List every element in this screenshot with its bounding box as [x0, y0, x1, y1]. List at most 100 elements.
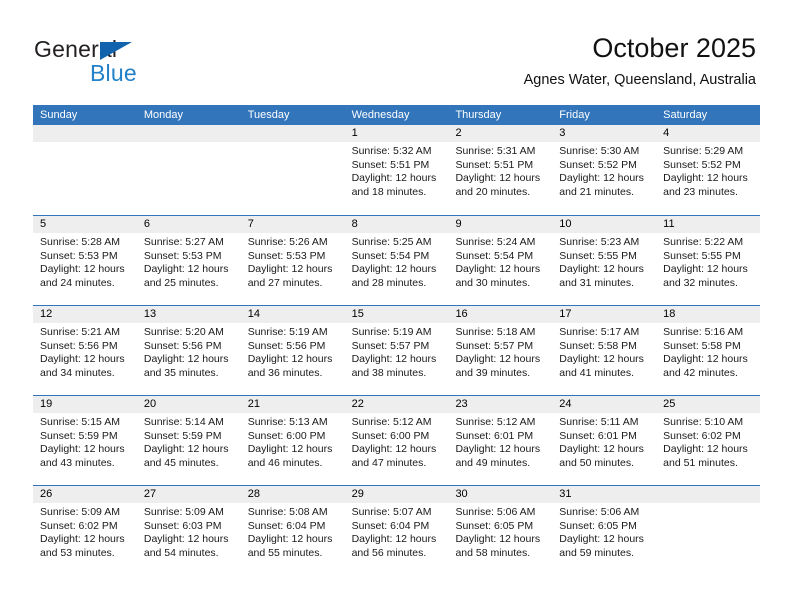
sunrise-text: Sunrise: 5:20 AM: [143, 326, 224, 338]
daylight-text-line2: and 59 minutes.: [559, 546, 635, 559]
daylight-text-line1: Daylight: 12 hours: [455, 443, 541, 456]
daylight-text-line2: and 51 minutes.: [663, 456, 738, 469]
day-number: [240, 125, 345, 142]
day-cell[interactable]: 16 Sunrise: 5:18 AM Sunset: 5:57 PM Dayligh…: [448, 306, 553, 395]
day-number: 19: [33, 396, 137, 413]
sunset-text: Sunset: 5:59 PM: [143, 429, 222, 442]
day-cell[interactable]: 19 Sunrise: 5:15 AM Sunset: 5:59 PM Dayligh…: [33, 396, 137, 485]
day-cell[interactable]: 7 Sunrise: 5:26 AM Sunset: 5:53 PM Daylight…: [240, 216, 345, 305]
day-details: Sunrise: 5:08 AM Sunset: 6:04 PM Daylight:…: [241, 503, 345, 560]
day-cell[interactable]: 9 Sunrise: 5:24 AM Sunset: 5:54 PM Daylight…: [448, 216, 553, 305]
sunrise-text: Sunrise: 5:06 AM: [455, 506, 536, 518]
day-cell[interactable]: 29 Sunrise: 5:07 AM Sunset: 6:04 PM Dayligh…: [344, 486, 449, 575]
daylight-text-line2: and 56 minutes.: [351, 546, 427, 559]
day-cell[interactable]: 30 Sunrise: 5:06 AM Sunset: 6:05 PM Dayligh…: [448, 486, 553, 575]
daylight-text-line2: and 46 minutes.: [247, 456, 323, 469]
daylight-text-line1: Daylight: 12 hours: [351, 353, 437, 366]
daylight-text-line2: and 34 minutes.: [40, 366, 115, 379]
daylight-text-line2: and 24 minutes.: [40, 276, 115, 289]
sunset-text: Sunset: 6:00 PM: [351, 429, 430, 442]
day-cell[interactable]: 25 Sunrise: 5:10 AM Sunset: 6:02 PM Dayligh…: [656, 396, 761, 485]
daylight-text-line2: and 43 minutes.: [40, 456, 115, 469]
day-cell[interactable]: 17 Sunrise: 5:17 AM Sunset: 5:58 PM Dayligh…: [552, 306, 657, 395]
daylight-text-line1: Daylight: 12 hours: [40, 533, 125, 546]
day-details: Sunrise: 5:26 AM Sunset: 5:53 PM Daylight:…: [241, 233, 345, 290]
day-cell[interactable]: 11 Sunrise: 5:22 AM Sunset: 5:55 PM Dayligh…: [656, 216, 761, 305]
daylight-text-line1: Daylight: 12 hours: [351, 443, 437, 456]
daylight-text-line1: Daylight: 12 hours: [143, 353, 229, 366]
daylight-text-line1: Daylight: 12 hours: [247, 263, 333, 276]
page-subtitle: Agnes Water, Queensland, Australia: [523, 72, 756, 88]
day-details: Sunrise: 5:15 AM Sunset: 5:59 PM Daylight:…: [33, 413, 137, 470]
sunset-text: Sunset: 5:51 PM: [351, 158, 430, 171]
day-cell[interactable]: 10 Sunrise: 5:23 AM Sunset: 5:55 PM Dayligh…: [552, 216, 657, 305]
day-cell[interactable]: 12 Sunrise: 5:21 AM Sunset: 5:56 PM Dayligh…: [33, 306, 137, 395]
sunset-text: Sunset: 5:52 PM: [663, 158, 741, 171]
day-cell[interactable]: 28 Sunrise: 5:08 AM Sunset: 6:04 PM Dayligh…: [240, 486, 345, 575]
page-header: General Blue October 2025 Agnes Water, Q…: [0, 0, 792, 104]
day-details: Sunrise: 5:16 AM Sunset: 5:58 PM Daylight:…: [656, 323, 760, 380]
day-cell[interactable]: 2 Sunrise: 5:31 AM Sunset: 5:51 PM Daylight…: [448, 125, 553, 215]
day-details: Sunrise: 5:09 AM Sunset: 6:03 PM Daylight:…: [137, 503, 241, 560]
calendar-week-row: 1 Sunrise: 5:32 AM Sunset: 5:51 PM Daylight…: [33, 125, 761, 215]
sunset-text: Sunset: 5:56 PM: [40, 339, 118, 352]
day-cell-empty: [33, 125, 137, 215]
sunrise-text: Sunrise: 5:14 AM: [143, 416, 224, 428]
day-cell[interactable]: 27 Sunrise: 5:09 AM Sunset: 6:03 PM Dayligh…: [136, 486, 241, 575]
daylight-text-line1: Daylight: 12 hours: [40, 263, 125, 276]
day-number: 16: [448, 306, 553, 323]
day-details: Sunrise: 5:32 AM Sunset: 5:51 PM Daylight:…: [345, 142, 449, 199]
day-cell[interactable]: 18 Sunrise: 5:16 AM Sunset: 5:58 PM Dayligh…: [656, 306, 761, 395]
day-details: Sunrise: 5:06 AM Sunset: 6:05 PM Daylight:…: [448, 503, 552, 560]
day-cell[interactable]: 26 Sunrise: 5:09 AM Sunset: 6:02 PM Dayligh…: [33, 486, 137, 575]
day-details: Sunrise: 5:30 AM Sunset: 5:52 PM Daylight:…: [552, 142, 656, 199]
sunset-text: Sunset: 6:00 PM: [247, 429, 326, 442]
day-cell[interactable]: 4 Sunrise: 5:29 AM Sunset: 5:52 PM Daylight…: [656, 125, 761, 215]
day-cell[interactable]: 21 Sunrise: 5:13 AM Sunset: 6:00 PM Dayligh…: [240, 396, 345, 485]
sunrise-text: Sunrise: 5:27 AM: [143, 236, 224, 248]
daylight-text-line1: Daylight: 12 hours: [143, 443, 229, 456]
daylight-text-line1: Daylight: 12 hours: [351, 263, 437, 276]
day-cell[interactable]: 13 Sunrise: 5:20 AM Sunset: 5:56 PM Dayligh…: [136, 306, 241, 395]
day-cell-empty: [136, 125, 241, 215]
sunset-text: Sunset: 5:54 PM: [351, 249, 430, 262]
daylight-text-line1: Daylight: 12 hours: [559, 533, 644, 546]
day-number: 6: [136, 216, 241, 233]
day-details: Sunrise: 5:06 AM Sunset: 6:05 PM Daylight:…: [552, 503, 656, 560]
sunrise-text: Sunrise: 5:09 AM: [40, 506, 120, 518]
weekday-header-wednesday: Wednesday: [351, 109, 410, 121]
day-cell[interactable]: 6 Sunrise: 5:27 AM Sunset: 5:53 PM Daylight…: [136, 216, 241, 305]
sunrise-text: Sunrise: 5:13 AM: [247, 416, 328, 428]
page-title: October 2025: [592, 33, 756, 63]
day-cell[interactable]: 3 Sunrise: 5:30 AM Sunset: 5:52 PM Daylight…: [552, 125, 657, 215]
day-cell[interactable]: 15 Sunrise: 5:19 AM Sunset: 5:57 PM Dayligh…: [344, 306, 449, 395]
day-cell[interactable]: 24 Sunrise: 5:11 AM Sunset: 6:01 PM Dayligh…: [552, 396, 657, 485]
day-cell[interactable]: 14 Sunrise: 5:19 AM Sunset: 5:56 PM Dayligh…: [240, 306, 345, 395]
weekday-header-saturday: Saturday: [663, 109, 708, 121]
sunset-text: Sunset: 5:57 PM: [351, 339, 430, 352]
day-cell[interactable]: 20 Sunrise: 5:14 AM Sunset: 5:59 PM Dayligh…: [136, 396, 241, 485]
sunrise-text: Sunrise: 5:24 AM: [455, 236, 536, 248]
sunset-text: Sunset: 6:03 PM: [143, 519, 222, 532]
day-details: Sunrise: 5:19 AM Sunset: 5:57 PM Daylight:…: [345, 323, 449, 380]
sunset-text: Sunset: 5:51 PM: [455, 158, 534, 171]
sunset-text: Sunset: 5:57 PM: [455, 339, 534, 352]
day-cell[interactable]: 5 Sunrise: 5:28 AM Sunset: 5:53 PM Daylight…: [33, 216, 137, 305]
sunrise-text: Sunrise: 5:26 AM: [247, 236, 328, 248]
day-number: 11: [656, 216, 761, 233]
day-cell[interactable]: 23 Sunrise: 5:12 AM Sunset: 6:01 PM Dayligh…: [448, 396, 553, 485]
sunrise-text: Sunrise: 5:32 AM: [351, 145, 432, 157]
general-blue-logo[interactable]: General Blue: [34, 36, 264, 92]
day-number: 10: [552, 216, 657, 233]
day-number: [656, 486, 761, 503]
day-cell[interactable]: 22 Sunrise: 5:12 AM Sunset: 6:00 PM Dayligh…: [344, 396, 449, 485]
day-number: 17: [552, 306, 657, 323]
daylight-text-line2: and 41 minutes.: [559, 366, 635, 379]
daylight-text-line2: and 42 minutes.: [663, 366, 738, 379]
day-number: 20: [136, 396, 241, 413]
day-cell[interactable]: 8 Sunrise: 5:25 AM Sunset: 5:54 PM Daylight…: [344, 216, 449, 305]
day-cell[interactable]: 1 Sunrise: 5:32 AM Sunset: 5:51 PM Daylight…: [344, 125, 449, 215]
weekday-header-tuesday: Tuesday: [247, 109, 290, 121]
day-cell[interactable]: 31 Sunrise: 5:06 AM Sunset: 6:05 PM Dayligh…: [552, 486, 657, 575]
daylight-text-line2: and 50 minutes.: [559, 456, 635, 469]
